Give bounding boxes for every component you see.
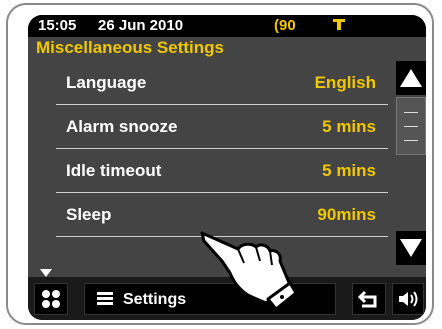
page-title: Miscellaneous Settings [36, 38, 224, 57]
signal-icon [332, 17, 346, 35]
settings-list: Language English Alarm snooze 5 mins Idl… [28, 61, 388, 263]
setting-label: Language [66, 73, 147, 92]
row-divider [56, 236, 388, 237]
down-arrow-icon [400, 239, 422, 257]
status-bar: 15:05 26 Jun 2010 (90 [28, 15, 426, 37]
setting-value: 5 mins [322, 161, 376, 180]
hamburger-menu-icon [97, 292, 113, 306]
bottom-toolbar: Settings [28, 277, 426, 320]
battery-indicator: (90 [274, 17, 296, 34]
volume-button[interactable] [392, 283, 424, 315]
setting-value: 5 mins [322, 117, 376, 136]
setting-label: Sleep [66, 205, 112, 224]
setting-label: Alarm snooze [66, 117, 178, 136]
setting-value: 90mins [317, 205, 376, 224]
setting-row-alarm-snooze[interactable]: Alarm snooze 5 mins [42, 105, 388, 149]
setting-row-idle-timeout[interactable]: Idle timeout 5 mins [42, 149, 388, 193]
scroll-down-button[interactable] [396, 231, 426, 265]
setting-label: Idle timeout [66, 161, 162, 180]
back-button[interactable] [352, 283, 386, 315]
menu-button-label: Settings [123, 291, 187, 308]
back-arrow-icon [357, 290, 377, 308]
menu-button[interactable]: Settings [84, 283, 336, 315]
setting-value: English [314, 73, 376, 92]
clock-date: 26 Jun 2010 [98, 17, 184, 34]
clock-time: 15:05 [38, 17, 77, 34]
setting-row-language[interactable]: Language English [42, 61, 388, 105]
device-frame: 15:05 26 Jun 2010 (90 Miscellaneous Sett… [6, 3, 434, 325]
display-screen: 15:05 26 Jun 2010 (90 Miscellaneous Sett… [28, 15, 426, 320]
more-items-indicator-icon [40, 269, 52, 277]
scroll-thumb[interactable] [396, 97, 426, 155]
up-arrow-icon [400, 69, 422, 87]
setting-row-sleep[interactable]: Sleep 90mins [42, 193, 388, 237]
home-button[interactable] [34, 283, 68, 315]
scroll-up-button[interactable] [396, 61, 426, 95]
scrollbar[interactable] [396, 61, 426, 265]
grid-home-icon [42, 290, 60, 308]
battery-level: 90 [279, 17, 296, 34]
speaker-volume-icon [399, 291, 418, 307]
